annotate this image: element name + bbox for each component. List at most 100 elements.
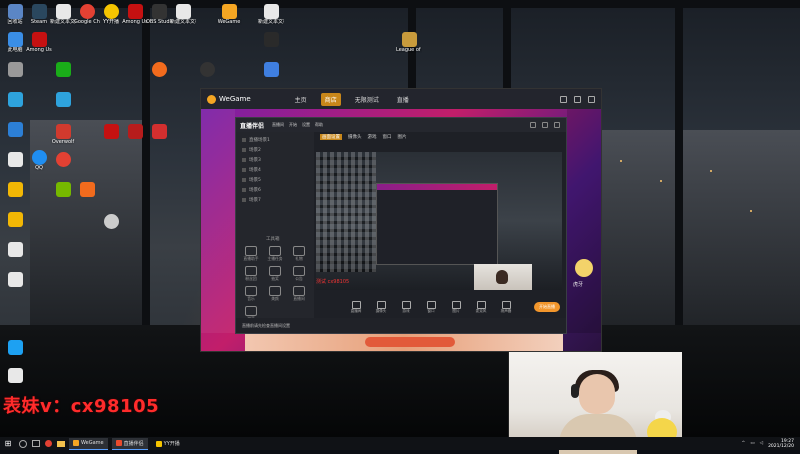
title-tag[interactable]: 设置 [302,122,310,128]
desktop-icon[interactable] [146,62,172,77]
tab-window[interactable]: 窗口 [383,134,392,140]
desktop-icon[interactable]: QQ [26,150,52,171]
desktop-icon[interactable]: YY开播 [98,4,124,25]
desktop-icon[interactable]: League of Legends [396,32,422,53]
scene-item[interactable]: 直播场景1 [242,136,302,144]
desktop-icon[interactable] [50,92,76,107]
start-button[interactable]: ⊞ [2,438,14,450]
chrome-icon[interactable] [45,440,52,447]
scene-item[interactable]: 场景4 [242,166,302,174]
desktop-icon[interactable] [2,242,28,257]
control-button[interactable]: 图片 [448,300,464,314]
desktop-icon[interactable] [2,92,28,107]
control-button[interactable]: 游戏 [398,300,414,314]
desktop-icon[interactable]: 此电脑 [2,32,28,53]
title-tag[interactable]: 帮助 [315,122,323,128]
desktop-icon[interactable]: Steam [26,4,52,25]
mascot-icon[interactable] [575,259,593,277]
scene-item[interactable]: 场景7 [242,196,302,204]
close-icon[interactable] [588,95,595,103]
desktop-icon[interactable] [122,124,148,139]
tab-image[interactable]: 图片 [398,134,407,140]
streamer-titlebar[interactable]: 直播伴侣 直播间 开始 设置 帮助 [236,118,566,132]
desktop-icon[interactable]: Among Us [26,32,52,53]
tool-button[interactable]: 礼物 [290,246,308,261]
settings-icon[interactable] [530,122,536,128]
desktop-icon[interactable] [258,62,284,77]
desktop-icon[interactable] [2,272,28,287]
chevron-up-icon[interactable]: ^ [742,441,746,446]
scene-item[interactable]: 场景6 [242,186,302,194]
desktop-icon[interactable] [2,152,28,167]
desktop-icon[interactable] [2,368,28,383]
close-icon[interactable] [554,122,560,128]
tool-label: 直播间 [293,296,305,301]
maximize-icon[interactable] [574,95,581,103]
streamer-app-window[interactable]: 直播伴侣 直播间 开始 设置 帮助 直播场景1 场景2 场景3 场景4 场景5 … [235,117,567,334]
desktop-icon[interactable]: Among Us [122,4,148,25]
tool-button[interactable]: 主播任务 [266,246,284,261]
control-button[interactable]: 直播间 [348,300,364,314]
tool-button[interactable]: 直播间 [290,286,308,301]
clock[interactable]: 19:27 2021/12/20 [768,439,794,449]
desktop-icon[interactable] [2,182,28,197]
search-icon[interactable] [19,439,27,448]
desktop-icon[interactable]: 新建文本文档 [50,4,76,25]
control-button[interactable]: 窗口 [423,300,439,314]
tab-game[interactable]: 游戏 [368,134,377,140]
nav-store[interactable]: 商店 [320,92,341,106]
preview-canvas[interactable] [316,152,562,290]
minimize-icon[interactable] [560,95,567,103]
nav-live[interactable]: 直播 [393,93,413,106]
desktop-icon[interactable] [2,122,28,137]
desktop-icon[interactable]: Google Chrome [74,4,100,25]
tool-button[interactable]: 直播助手 [242,246,260,261]
control-button[interactable]: 摄像头 [373,300,389,314]
desktop-icon[interactable] [98,124,124,139]
desktop-icon[interactable] [50,62,76,77]
desktop-icon[interactable] [194,62,220,77]
folder-icon[interactable] [57,440,65,447]
scene-item[interactable]: 场景5 [242,176,302,184]
desktop-icon[interactable] [74,182,100,197]
tool-button[interactable]: 抽奖 [266,266,284,281]
title-tag[interactable]: 直播间 [272,122,284,128]
tool-button[interactable]: 公告 [290,266,308,281]
desktop-icon[interactable] [2,340,28,355]
desktop-icon[interactable]: 回收站 [2,4,28,25]
start-live-button[interactable]: 开始直播 [534,302,560,312]
tool-button[interactable]: 美颜 [266,286,284,301]
desktop-icon[interactable] [258,32,284,47]
desktop-icon[interactable]: 新建文本文档 [258,4,284,25]
desktop-icon[interactable] [146,124,172,139]
desktop-icon[interactable] [2,212,28,227]
scene-item[interactable]: 场景3 [242,156,302,164]
nav-test[interactable]: 无限测试 [351,93,383,106]
network-icon[interactable]: ▭ [750,441,754,446]
volume-icon[interactable]: ◁ [760,441,763,446]
desktop-icon[interactable] [98,214,124,229]
desktop-icon[interactable] [2,62,28,77]
task-view-icon[interactable] [32,440,40,447]
desktop-icon[interactable] [50,152,76,167]
scene-item[interactable]: 场景2 [242,146,302,154]
minimize-icon[interactable] [542,122,548,128]
desktop-icon[interactable]: Overwolf [50,124,76,145]
wegame-titlebar[interactable]: WeGame 主页 商店 无限测试 直播 [201,89,601,109]
taskbar-item-yy[interactable]: YY开播 [152,438,184,449]
taskbar-item-streamer[interactable]: 直播伴侣 [111,437,148,450]
tab-scene-settings[interactable]: 画面设置 [320,134,342,140]
banner-pill[interactable] [365,337,455,347]
desktop-icon[interactable]: OBS Studio [146,4,172,25]
control-button[interactable]: 麦克风 [473,300,489,314]
desktop-icon[interactable]: WeGame [216,4,242,25]
desktop-icon[interactable] [50,182,76,197]
tool-button[interactable]: 粉丝团 [242,266,260,281]
tool-button[interactable]: 音乐 [242,286,260,301]
desktop-icon[interactable]: 新建文本文档 [170,4,196,25]
taskbar-item-wegame[interactable]: WeGame [69,437,108,450]
title-tag[interactable]: 开始 [289,122,297,128]
control-button[interactable]: 扬声器 [498,300,514,314]
nav-home[interactable]: 主页 [291,93,311,106]
tab-camera[interactable]: 摄像头 [348,134,362,140]
